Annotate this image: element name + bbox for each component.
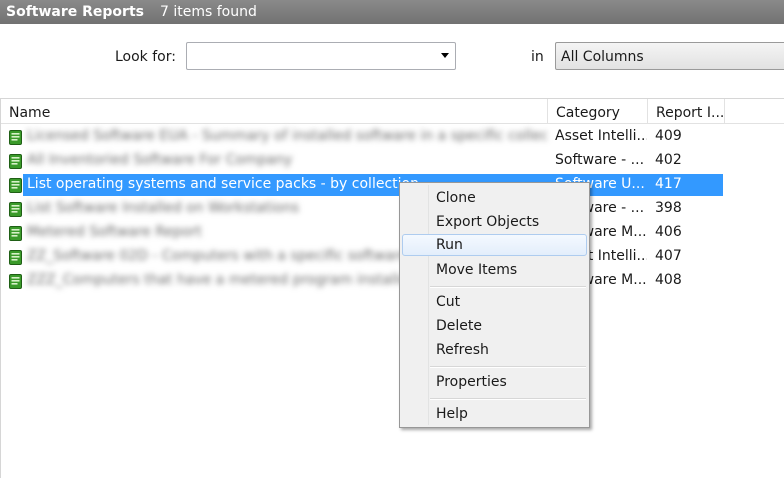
look-for-input[interactable] [186,42,456,70]
row-category: Software - ... [555,152,645,168]
menu-separator [430,286,586,288]
table-row[interactable]: All Inventoried Software For Company Sof… [1,149,784,173]
row-category: Asset Intelli... [555,128,647,144]
report-icon [9,202,22,217]
row-report-id: 406 [655,224,682,240]
table-row-selected[interactable]: List operating systems and service packs… [1,173,784,197]
menu-separator [430,398,586,400]
menu-item-move-items[interactable]: Move Items [402,259,587,281]
grid-rows: Licensed Software EUA - Summary of insta… [1,125,784,293]
table-row[interactable]: ZZ_Software 02D - Computers with a speci… [1,245,784,269]
menu-item-refresh[interactable]: Refresh [402,339,587,361]
table-row[interactable]: List Software Installed on Workstations … [1,197,784,221]
row-report-id: 409 [655,128,682,144]
title-bar: Software Reports 7 items found [0,0,784,24]
items-found-count: 7 items found [159,4,257,20]
grid-header: Name Category Report I... [1,99,784,124]
menu-item-help[interactable]: Help [402,403,587,425]
menu-item-export-objects[interactable]: Export Objects [402,211,587,233]
column-select[interactable]: All Columns [555,42,784,70]
menu-item-delete[interactable]: Delete [402,315,587,337]
in-label: in [531,49,544,65]
report-icon [9,154,22,169]
table-row[interactable]: Metered Software Report Software M... 40… [1,221,784,245]
row-name: List operating systems and service packs… [27,176,419,192]
report-icon [9,178,22,193]
context-menu: Clone Export Objects Run Move Items Cut … [399,182,590,428]
column-header-name[interactable]: Name [1,99,548,124]
report-icon [9,274,22,289]
row-report-id: 398 [655,200,682,216]
column-header-report-id[interactable]: Report I... [648,99,725,124]
table-row[interactable]: Licensed Software EUA - Summary of insta… [1,125,784,149]
menu-item-run[interactable]: Run [402,234,587,256]
menu-item-properties[interactable]: Properties [402,371,587,393]
look-for-label: Look for: [115,49,176,65]
row-name: Licensed Software EUA - Summary of insta… [27,128,547,144]
report-icon [9,250,22,265]
row-report-id: 408 [655,272,682,288]
row-name: Metered Software Report [27,224,202,240]
row-report-id: 407 [655,248,682,264]
menu-separator [430,366,586,368]
table-row[interactable]: ZZZ_Computers that have a metered progra… [1,269,784,293]
report-icon [9,226,22,241]
row-name: ZZZ_Computers that have a metered progra… [27,272,417,288]
row-report-id: 402 [655,152,682,168]
row-name: All Inventoried Software For Company [27,152,293,168]
row-name: List Software Installed on Workstations [27,200,299,216]
search-bar: Look for: in All Columns [0,24,784,98]
row-report-id: 417 [655,176,682,192]
column-header-category[interactable]: Category [548,99,648,124]
menu-item-clone[interactable]: Clone [402,187,587,209]
report-icon [9,130,22,145]
window-title: Software Reports [6,4,144,20]
menu-item-cut[interactable]: Cut [402,291,587,313]
chevron-down-icon[interactable] [441,53,449,58]
reports-grid: Name Category Report I... Licensed Softw… [0,98,784,478]
